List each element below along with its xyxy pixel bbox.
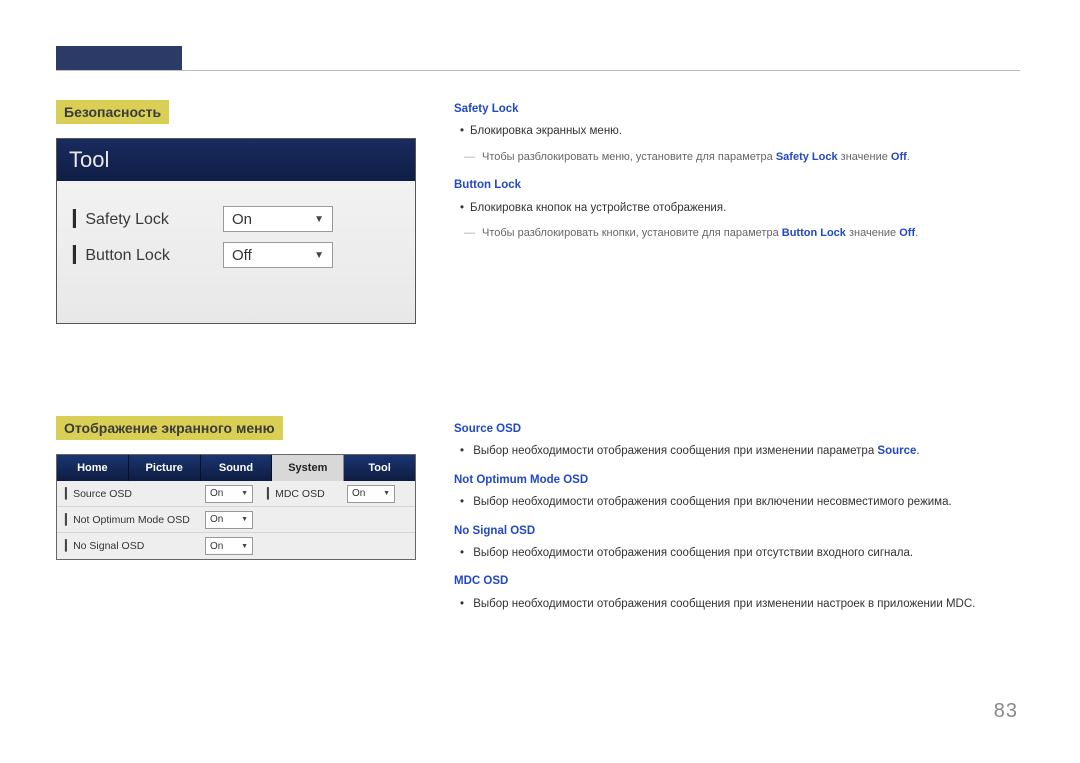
heading-osd: Отображение экранного меню bbox=[56, 416, 283, 440]
safety-lock-label: Safety Lock bbox=[73, 209, 223, 229]
osd-row-2: Not Optimum Mode OSD On ▼ bbox=[57, 507, 415, 533]
mdc-osd-select[interactable]: On ▼ bbox=[347, 485, 395, 503]
not-optimum-label: Not Optimum Mode OSD bbox=[65, 514, 205, 526]
tab-home[interactable]: Home bbox=[57, 455, 129, 481]
osd-body: Source OSD On ▼ MDC OSD On ▼ Not Optimum… bbox=[57, 481, 415, 559]
chevron-down-icon: ▼ bbox=[314, 250, 324, 261]
osd-row-1: Source OSD On ▼ MDC OSD On ▼ bbox=[57, 481, 415, 507]
safety-lock-bullet: Блокировка экранных меню. bbox=[472, 122, 1020, 140]
button-lock-row: Button Lock Off ▼ bbox=[73, 237, 399, 273]
note-term: Button Lock bbox=[782, 227, 846, 239]
chevron-down-icon: ▼ bbox=[383, 490, 390, 497]
mdc-osd-value: On bbox=[352, 488, 365, 499]
chevron-down-icon: ▼ bbox=[241, 516, 248, 523]
safety-lock-value: On bbox=[232, 211, 252, 228]
note-text: значение bbox=[838, 151, 891, 163]
bullet-term: Source bbox=[877, 445, 916, 457]
no-signal-title: No Signal OSD bbox=[454, 522, 1020, 540]
safety-lock-note: Чтобы разблокировать меню, установите дл… bbox=[454, 149, 1020, 167]
heading-safety: Безопасность bbox=[56, 100, 169, 124]
osd-tabs: Home Picture Sound System Tool bbox=[57, 455, 415, 481]
button-lock-title: Button Lock bbox=[454, 176, 1020, 194]
bullet-text: . bbox=[916, 445, 919, 457]
header-rule bbox=[56, 70, 1020, 71]
tool-panel-body: Safety Lock On ▼ Button Lock Off ▼ bbox=[57, 181, 415, 323]
button-lock-select[interactable]: Off ▼ bbox=[223, 242, 333, 268]
page-number: 83 bbox=[994, 700, 1018, 723]
section-safety: Безопасность Tool Safety Lock On ▼ Butto… bbox=[56, 100, 416, 324]
note-text: . bbox=[915, 227, 918, 239]
not-optimum-bullet: Выбор необходимости отображения сообщени… bbox=[472, 493, 1020, 511]
no-signal-bullet: Выбор необходимости отображения сообщени… bbox=[472, 544, 1020, 562]
bullet-text: Выбор необходимости отображения сообщени… bbox=[473, 547, 913, 559]
not-optimum-title: Not Optimum Mode OSD bbox=[454, 471, 1020, 489]
osd-row-3: No Signal OSD On ▼ bbox=[57, 533, 415, 559]
button-lock-value: Off bbox=[232, 247, 252, 264]
button-lock-bullet: Блокировка кнопок на устройстве отображе… bbox=[472, 199, 1020, 217]
note-val: Off bbox=[899, 227, 915, 239]
safety-description: Safety Lock Блокировка экранных меню. Чт… bbox=[454, 100, 1020, 253]
tab-sound[interactable]: Sound bbox=[201, 455, 273, 481]
header-color-block bbox=[56, 46, 182, 71]
source-osd-title: Source OSD bbox=[454, 420, 1020, 438]
chevron-down-icon: ▼ bbox=[241, 490, 248, 497]
osd-panel: Home Picture Sound System Tool Source OS… bbox=[56, 454, 416, 560]
safety-lock-select[interactable]: On ▼ bbox=[223, 206, 333, 232]
safety-lock-row: Safety Lock On ▼ bbox=[73, 201, 399, 237]
tab-tool[interactable]: Tool bbox=[344, 455, 415, 481]
section-osd: Отображение экранного меню Home Picture … bbox=[56, 416, 416, 560]
note-text: . bbox=[907, 151, 910, 163]
mdc-osd-label: MDC OSD bbox=[267, 488, 347, 500]
note-text: Чтобы разблокировать кнопки, установите … bbox=[482, 227, 782, 239]
source-osd-value: On bbox=[210, 488, 223, 499]
mdc-osd-title: MDC OSD bbox=[454, 572, 1020, 590]
source-osd-select[interactable]: On ▼ bbox=[205, 485, 253, 503]
no-signal-select[interactable]: On ▼ bbox=[205, 537, 253, 555]
not-optimum-value: On bbox=[210, 514, 223, 525]
tab-system[interactable]: System bbox=[272, 455, 344, 481]
source-osd-bullet: Выбор необходимости отображения сообщени… bbox=[472, 442, 1020, 460]
chevron-down-icon: ▼ bbox=[241, 543, 248, 550]
note-val: Off bbox=[891, 151, 907, 163]
button-lock-note: Чтобы разблокировать кнопки, установите … bbox=[454, 225, 1020, 243]
note-term: Safety Lock bbox=[776, 151, 838, 163]
bullet-text: Выбор необходимости отображения сообщени… bbox=[473, 598, 975, 610]
note-text: значение bbox=[846, 227, 899, 239]
note-text: Чтобы разблокировать меню, установите дл… bbox=[482, 151, 776, 163]
bullet-text: Выбор необходимости отображения сообщени… bbox=[473, 445, 877, 457]
not-optimum-select[interactable]: On ▼ bbox=[205, 511, 253, 529]
osd-description: Source OSD Выбор необходимости отображен… bbox=[454, 420, 1020, 623]
source-osd-label: Source OSD bbox=[65, 488, 205, 500]
safety-lock-title: Safety Lock bbox=[454, 100, 1020, 118]
tool-panel: Tool Safety Lock On ▼ Button Lock Off ▼ bbox=[56, 138, 416, 324]
mdc-osd-bullet: Выбор необходимости отображения сообщени… bbox=[472, 595, 1020, 613]
no-signal-label: No Signal OSD bbox=[65, 540, 205, 552]
bullet-text: Выбор необходимости отображения сообщени… bbox=[473, 496, 951, 508]
chevron-down-icon: ▼ bbox=[314, 214, 324, 225]
tab-picture[interactable]: Picture bbox=[129, 455, 201, 481]
button-lock-label: Button Lock bbox=[73, 245, 223, 265]
tool-panel-title: Tool bbox=[57, 139, 415, 181]
no-signal-value: On bbox=[210, 541, 223, 552]
